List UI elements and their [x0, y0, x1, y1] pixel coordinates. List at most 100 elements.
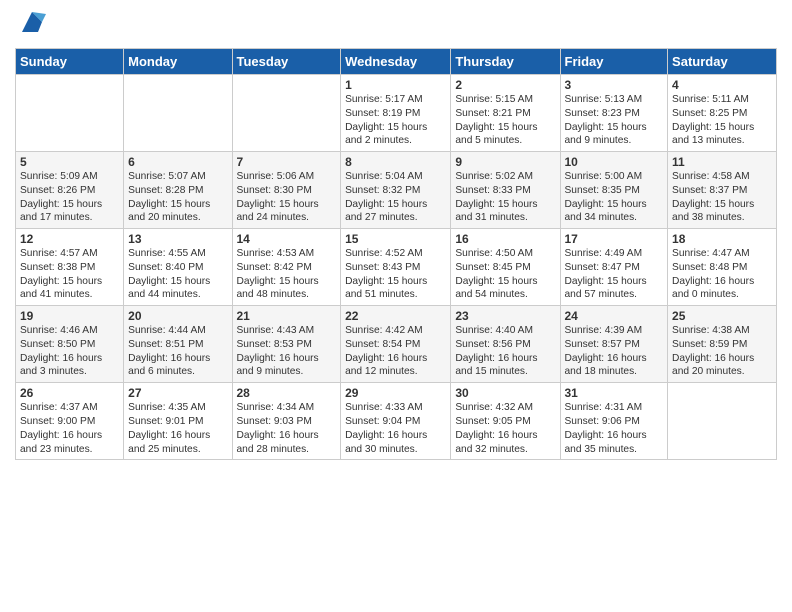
calendar-day-cell: 15Sunrise: 4:52 AM Sunset: 8:43 PM Dayli…: [341, 229, 451, 306]
day-number: 27: [128, 386, 227, 400]
day-info: Sunrise: 4:55 AM Sunset: 8:40 PM Dayligh…: [128, 247, 227, 302]
day-info: Sunrise: 4:34 AM Sunset: 9:03 PM Dayligh…: [237, 401, 337, 456]
day-number: 6: [128, 155, 227, 169]
calendar-day-cell: 19Sunrise: 4:46 AM Sunset: 8:50 PM Dayli…: [16, 306, 124, 383]
calendar-day-header: Saturday: [668, 49, 777, 75]
day-info: Sunrise: 5:06 AM Sunset: 8:30 PM Dayligh…: [237, 170, 337, 225]
day-info: Sunrise: 5:17 AM Sunset: 8:19 PM Dayligh…: [345, 93, 446, 148]
day-number: 21: [237, 309, 337, 323]
calendar-day-cell: 28Sunrise: 4:34 AM Sunset: 9:03 PM Dayli…: [232, 383, 341, 460]
day-info: Sunrise: 4:35 AM Sunset: 9:01 PM Dayligh…: [128, 401, 227, 456]
day-info: Sunrise: 4:42 AM Sunset: 8:54 PM Dayligh…: [345, 324, 446, 379]
day-number: 5: [20, 155, 119, 169]
day-info: Sunrise: 4:47 AM Sunset: 8:48 PM Dayligh…: [672, 247, 772, 302]
day-number: 17: [565, 232, 664, 246]
calendar-header-row: SundayMondayTuesdayWednesdayThursdayFrid…: [16, 49, 777, 75]
day-number: 15: [345, 232, 446, 246]
calendar-day-cell: 3Sunrise: 5:13 AM Sunset: 8:23 PM Daylig…: [560, 75, 668, 152]
calendar-day-cell: [668, 383, 777, 460]
calendar-day-cell: [16, 75, 124, 152]
calendar-day-cell: 21Sunrise: 4:43 AM Sunset: 8:53 PM Dayli…: [232, 306, 341, 383]
calendar-day-cell: 25Sunrise: 4:38 AM Sunset: 8:59 PM Dayli…: [668, 306, 777, 383]
calendar-day-cell: 14Sunrise: 4:53 AM Sunset: 8:42 PM Dayli…: [232, 229, 341, 306]
day-info: Sunrise: 4:39 AM Sunset: 8:57 PM Dayligh…: [565, 324, 664, 379]
day-number: 14: [237, 232, 337, 246]
day-number: 25: [672, 309, 772, 323]
calendar-day-cell: 4Sunrise: 5:11 AM Sunset: 8:25 PM Daylig…: [668, 75, 777, 152]
page-header: [15, 10, 777, 38]
day-number: 20: [128, 309, 227, 323]
day-info: Sunrise: 5:13 AM Sunset: 8:23 PM Dayligh…: [565, 93, 664, 148]
calendar-week-row: 1Sunrise: 5:17 AM Sunset: 8:19 PM Daylig…: [16, 75, 777, 152]
day-number: 10: [565, 155, 664, 169]
day-number: 18: [672, 232, 772, 246]
day-info: Sunrise: 4:38 AM Sunset: 8:59 PM Dayligh…: [672, 324, 772, 379]
calendar-day-cell: 6Sunrise: 5:07 AM Sunset: 8:28 PM Daylig…: [124, 152, 232, 229]
day-info: Sunrise: 5:15 AM Sunset: 8:21 PM Dayligh…: [455, 93, 555, 148]
logo: [15, 10, 46, 38]
day-number: 22: [345, 309, 446, 323]
day-info: Sunrise: 4:50 AM Sunset: 8:45 PM Dayligh…: [455, 247, 555, 302]
day-info: Sunrise: 4:32 AM Sunset: 9:05 PM Dayligh…: [455, 401, 555, 456]
day-number: 1: [345, 78, 446, 92]
calendar-day-cell: 27Sunrise: 4:35 AM Sunset: 9:01 PM Dayli…: [124, 383, 232, 460]
day-info: Sunrise: 4:40 AM Sunset: 8:56 PM Dayligh…: [455, 324, 555, 379]
day-number: 26: [20, 386, 119, 400]
calendar-day-cell: 12Sunrise: 4:57 AM Sunset: 8:38 PM Dayli…: [16, 229, 124, 306]
calendar-week-row: 5Sunrise: 5:09 AM Sunset: 8:26 PM Daylig…: [16, 152, 777, 229]
calendar-day-cell: 16Sunrise: 4:50 AM Sunset: 8:45 PM Dayli…: [451, 229, 560, 306]
calendar-day-cell: 11Sunrise: 4:58 AM Sunset: 8:37 PM Dayli…: [668, 152, 777, 229]
logo-icon: [18, 8, 46, 36]
day-number: 16: [455, 232, 555, 246]
calendar-day-cell: 7Sunrise: 5:06 AM Sunset: 8:30 PM Daylig…: [232, 152, 341, 229]
calendar-day-header: Monday: [124, 49, 232, 75]
day-number: 4: [672, 78, 772, 92]
day-number: 11: [672, 155, 772, 169]
day-number: 30: [455, 386, 555, 400]
calendar-day-cell: 18Sunrise: 4:47 AM Sunset: 8:48 PM Dayli…: [668, 229, 777, 306]
day-number: 12: [20, 232, 119, 246]
calendar-day-cell: 30Sunrise: 4:32 AM Sunset: 9:05 PM Dayli…: [451, 383, 560, 460]
calendar-day-cell: 20Sunrise: 4:44 AM Sunset: 8:51 PM Dayli…: [124, 306, 232, 383]
day-info: Sunrise: 4:49 AM Sunset: 8:47 PM Dayligh…: [565, 247, 664, 302]
day-number: 3: [565, 78, 664, 92]
calendar-day-header: Sunday: [16, 49, 124, 75]
calendar-day-header: Thursday: [451, 49, 560, 75]
calendar-day-cell: 5Sunrise: 5:09 AM Sunset: 8:26 PM Daylig…: [16, 152, 124, 229]
day-number: 8: [345, 155, 446, 169]
calendar-day-cell: 13Sunrise: 4:55 AM Sunset: 8:40 PM Dayli…: [124, 229, 232, 306]
calendar-day-cell: 31Sunrise: 4:31 AM Sunset: 9:06 PM Dayli…: [560, 383, 668, 460]
day-number: 7: [237, 155, 337, 169]
day-info: Sunrise: 4:31 AM Sunset: 9:06 PM Dayligh…: [565, 401, 664, 456]
calendar-day-cell: [124, 75, 232, 152]
calendar-day-cell: 22Sunrise: 4:42 AM Sunset: 8:54 PM Dayli…: [341, 306, 451, 383]
day-info: Sunrise: 5:02 AM Sunset: 8:33 PM Dayligh…: [455, 170, 555, 225]
calendar-table: SundayMondayTuesdayWednesdayThursdayFrid…: [15, 48, 777, 460]
calendar-day-cell: 24Sunrise: 4:39 AM Sunset: 8:57 PM Dayli…: [560, 306, 668, 383]
day-info: Sunrise: 5:07 AM Sunset: 8:28 PM Dayligh…: [128, 170, 227, 225]
day-info: Sunrise: 4:33 AM Sunset: 9:04 PM Dayligh…: [345, 401, 446, 456]
calendar-day-cell: 8Sunrise: 5:04 AM Sunset: 8:32 PM Daylig…: [341, 152, 451, 229]
day-info: Sunrise: 4:58 AM Sunset: 8:37 PM Dayligh…: [672, 170, 772, 225]
day-info: Sunrise: 5:09 AM Sunset: 8:26 PM Dayligh…: [20, 170, 119, 225]
day-number: 29: [345, 386, 446, 400]
calendar-day-cell: 26Sunrise: 4:37 AM Sunset: 9:00 PM Dayli…: [16, 383, 124, 460]
day-info: Sunrise: 4:44 AM Sunset: 8:51 PM Dayligh…: [128, 324, 227, 379]
day-number: 31: [565, 386, 664, 400]
calendar-day-cell: 17Sunrise: 4:49 AM Sunset: 8:47 PM Dayli…: [560, 229, 668, 306]
calendar-day-cell: 1Sunrise: 5:17 AM Sunset: 8:19 PM Daylig…: [341, 75, 451, 152]
calendar-day-cell: [232, 75, 341, 152]
day-number: 23: [455, 309, 555, 323]
day-info: Sunrise: 5:00 AM Sunset: 8:35 PM Dayligh…: [565, 170, 664, 225]
calendar-week-row: 12Sunrise: 4:57 AM Sunset: 8:38 PM Dayli…: [16, 229, 777, 306]
day-number: 24: [565, 309, 664, 323]
calendar-day-header: Friday: [560, 49, 668, 75]
calendar-day-header: Wednesday: [341, 49, 451, 75]
day-info: Sunrise: 4:46 AM Sunset: 8:50 PM Dayligh…: [20, 324, 119, 379]
day-info: Sunrise: 5:11 AM Sunset: 8:25 PM Dayligh…: [672, 93, 772, 148]
calendar-day-cell: 10Sunrise: 5:00 AM Sunset: 8:35 PM Dayli…: [560, 152, 668, 229]
day-number: 28: [237, 386, 337, 400]
calendar-day-header: Tuesday: [232, 49, 341, 75]
calendar-day-cell: 2Sunrise: 5:15 AM Sunset: 8:21 PM Daylig…: [451, 75, 560, 152]
day-info: Sunrise: 4:37 AM Sunset: 9:00 PM Dayligh…: [20, 401, 119, 456]
